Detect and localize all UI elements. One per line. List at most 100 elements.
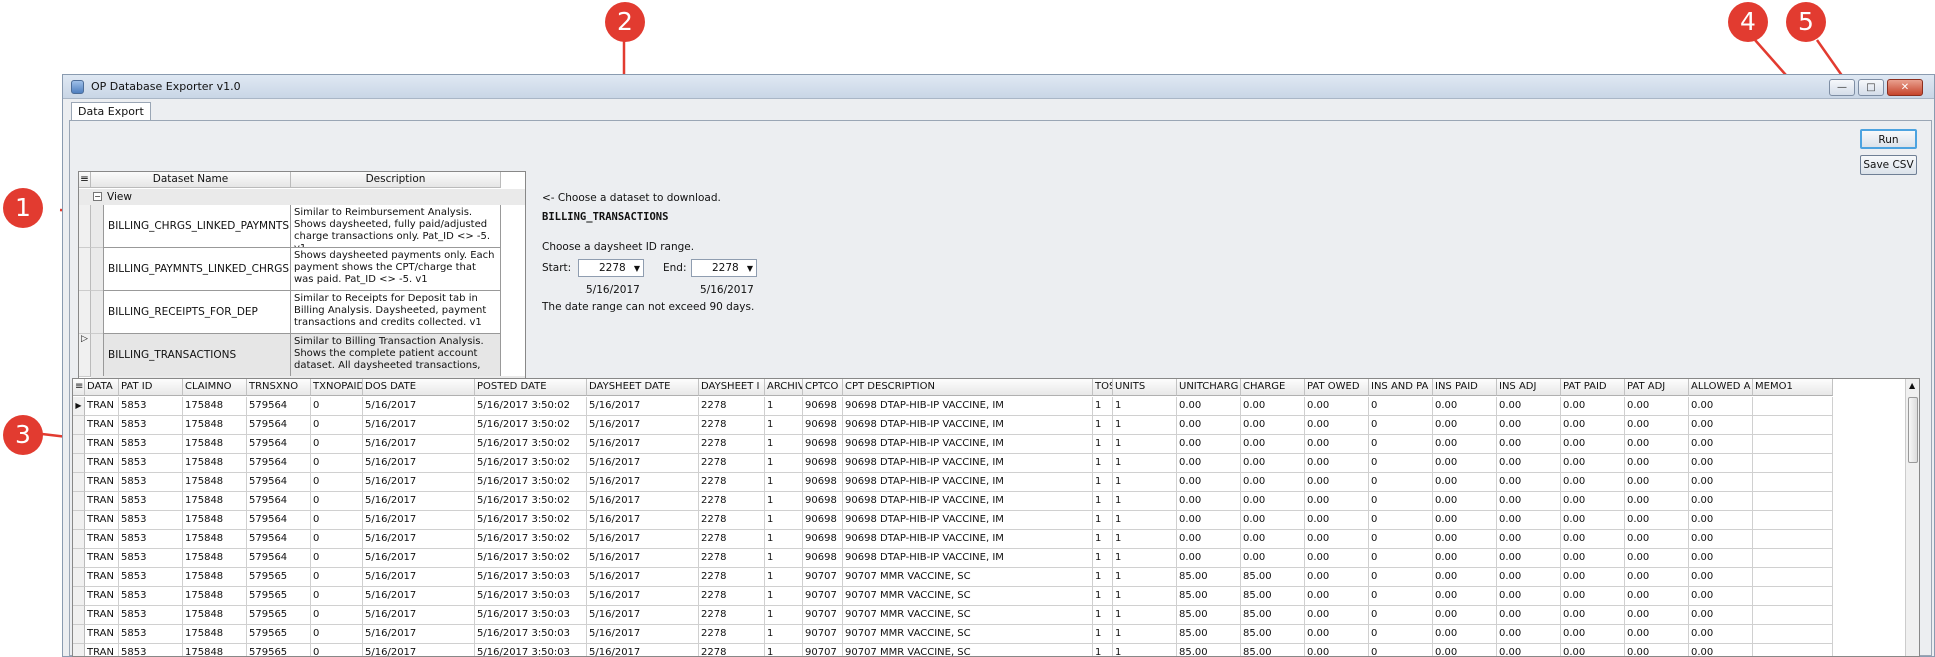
column-header-description[interactable]: Description <box>291 172 501 188</box>
table-cell[interactable]: 0.00 <box>1177 549 1241 568</box>
table-cell[interactable]: 1 <box>1113 416 1177 435</box>
table-cell[interactable]: 85.00 <box>1177 625 1241 644</box>
column-header[interactable]: INS AND PA <box>1369 379 1433 396</box>
table-cell[interactable] <box>1753 587 1833 606</box>
table-cell[interactable]: 5/16/2017 <box>587 530 699 549</box>
table-cell[interactable]: 1 <box>765 530 803 549</box>
table-cell[interactable]: 0.00 <box>1497 492 1561 511</box>
table-cell[interactable]: 1 <box>1093 549 1113 568</box>
table-row[interactable]: TRAN 5853 175848 579564 0 5/16/2017 5/16/2017 … <box>73 511 1907 530</box>
table-cell[interactable]: 579564 <box>247 454 311 473</box>
table-cell[interactable]: 5/16/2017 <box>363 416 475 435</box>
table-cell[interactable]: 5853 <box>119 625 183 644</box>
table-cell[interactable]: 0.00 <box>1625 606 1689 625</box>
table-cell[interactable]: 0.00 <box>1689 549 1753 568</box>
table-cell[interactable]: 0.00 <box>1561 549 1625 568</box>
start-daysheet-select[interactable]: 2278 ▼ <box>578 259 644 277</box>
dataset-name[interactable]: BILLING_RECEIPTS_FOR_DEP <box>103 291 291 334</box>
table-cell[interactable]: 0.00 <box>1625 625 1689 644</box>
table-cell[interactable]: 579564 <box>247 473 311 492</box>
table-cell[interactable]: 0.00 <box>1177 511 1241 530</box>
table-cell[interactable]: 5/16/2017 3:50:02 <box>475 397 587 416</box>
table-cell[interactable]: 175848 <box>183 416 247 435</box>
table-cell[interactable]: 90698 DTAP-HIB-IP VACCINE, IM <box>843 511 1093 530</box>
table-cell[interactable]: 0.00 <box>1241 473 1305 492</box>
table-cell[interactable]: 85.00 <box>1241 644 1305 656</box>
table-row[interactable]: TRAN 5853 175848 579564 0 5/16/2017 5/16/2017 … <box>73 549 1907 568</box>
table-cell[interactable]: TRAN <box>85 454 119 473</box>
dataset-name[interactable]: BILLING_TRANSACTIONS <box>103 334 291 377</box>
table-cell[interactable]: 579564 <box>247 530 311 549</box>
table-cell[interactable]: 1 <box>765 606 803 625</box>
table-cell[interactable]: 5853 <box>119 492 183 511</box>
column-header[interactable]: DATA <box>85 379 119 396</box>
table-cell[interactable]: 0.00 <box>1689 511 1753 530</box>
table-cell[interactable]: 0.00 <box>1561 625 1625 644</box>
dataset-row[interactable]: BILLING_CHRGS_LINKED_PAYMNTS Similar to … <box>79 205 525 248</box>
table-cell[interactable]: 85.00 <box>1177 606 1241 625</box>
table-cell[interactable]: 0.00 <box>1305 473 1369 492</box>
table-cell[interactable]: 0.00 <box>1497 416 1561 435</box>
table-cell[interactable]: 0.00 <box>1497 644 1561 656</box>
table-cell[interactable]: 0.00 <box>1625 587 1689 606</box>
table-cell[interactable]: 0.00 <box>1241 511 1305 530</box>
table-cell[interactable]: 0.00 <box>1497 530 1561 549</box>
column-header[interactable]: DOS DATE <box>363 379 475 396</box>
table-cell[interactable]: 0.00 <box>1689 530 1753 549</box>
table-row[interactable]: TRAN 5853 175848 579565 0 5/16/2017 5/16/2017 … <box>73 568 1907 587</box>
table-cell[interactable]: 90698 DTAP-HIB-IP VACCINE, IM <box>843 549 1093 568</box>
table-cell[interactable]: 90698 DTAP-HIB-IP VACCINE, IM <box>843 397 1093 416</box>
column-header[interactable]: MEMO1 <box>1753 379 1833 396</box>
table-cell[interactable]: 579564 <box>247 511 311 530</box>
table-cell[interactable]: 1 <box>1113 397 1177 416</box>
table-cell[interactable]: 90698 <box>803 454 843 473</box>
column-header[interactable]: CPT DESCRIPTION <box>843 379 1093 396</box>
table-cell[interactable]: 5/16/2017 <box>587 568 699 587</box>
table-cell[interactable]: 5/16/2017 <box>363 587 475 606</box>
table-cell[interactable]: 175848 <box>183 625 247 644</box>
run-button[interactable]: Run <box>1860 129 1917 149</box>
table-cell[interactable]: 5/16/2017 <box>363 625 475 644</box>
table-cell[interactable]: 1 <box>1113 511 1177 530</box>
table-cell[interactable]: 0.00 <box>1497 568 1561 587</box>
table-cell[interactable]: 2278 <box>699 549 765 568</box>
table-cell[interactable]: 0.00 <box>1177 435 1241 454</box>
table-cell[interactable] <box>1753 454 1833 473</box>
table-cell[interactable]: 0.00 <box>1177 416 1241 435</box>
table-cell[interactable]: 0 <box>1369 606 1433 625</box>
table-cell[interactable]: 1 <box>1093 530 1113 549</box>
table-cell[interactable]: 5/16/2017 <box>587 549 699 568</box>
table-cell[interactable]: 90698 DTAP-HIB-IP VACCINE, IM <box>843 530 1093 549</box>
table-cell[interactable]: TRAN <box>85 549 119 568</box>
table-cell[interactable]: 2278 <box>699 644 765 656</box>
table-cell[interactable]: 0.00 <box>1689 473 1753 492</box>
table-cell[interactable]: 0.00 <box>1689 492 1753 511</box>
table-cell[interactable]: 5853 <box>119 644 183 656</box>
table-cell[interactable]: 90698 DTAP-HIB-IP VACCINE, IM <box>843 473 1093 492</box>
table-cell[interactable]: 0 <box>1369 625 1433 644</box>
table-cell[interactable]: 5/16/2017 <box>587 397 699 416</box>
column-header[interactable]: CHARGE <box>1241 379 1305 396</box>
table-cell[interactable]: 5/16/2017 3:50:03 <box>475 587 587 606</box>
table-cell[interactable]: 579564 <box>247 549 311 568</box>
table-cell[interactable] <box>1753 397 1833 416</box>
table-cell[interactable]: 1 <box>1093 435 1113 454</box>
table-cell[interactable]: 1 <box>765 454 803 473</box>
table-cell[interactable]: 0.00 <box>1625 492 1689 511</box>
table-cell[interactable]: 5/16/2017 3:50:02 <box>475 454 587 473</box>
table-cell[interactable]: 90707 <box>803 587 843 606</box>
table-cell[interactable]: 0 <box>1369 416 1433 435</box>
table-cell[interactable]: 0 <box>311 492 363 511</box>
column-header[interactable]: POSTED DATE <box>475 379 587 396</box>
table-cell[interactable]: 0.00 <box>1433 473 1497 492</box>
table-cell[interactable]: 1 <box>765 587 803 606</box>
table-cell[interactable]: 579565 <box>247 587 311 606</box>
table-cell[interactable]: 90707 <box>803 625 843 644</box>
table-cell[interactable]: 90707 MMR VACCINE, SC <box>843 587 1093 606</box>
table-cell[interactable]: 0.00 <box>1433 587 1497 606</box>
table-cell[interactable]: TRAN <box>85 435 119 454</box>
column-header[interactable]: UNITCHARG <box>1177 379 1241 396</box>
table-cell[interactable]: 90698 DTAP-HIB-IP VACCINE, IM <box>843 416 1093 435</box>
column-header[interactable]: TOS <box>1093 379 1113 396</box>
table-cell[interactable]: 90698 DTAP-HIB-IP VACCINE, IM <box>843 492 1093 511</box>
